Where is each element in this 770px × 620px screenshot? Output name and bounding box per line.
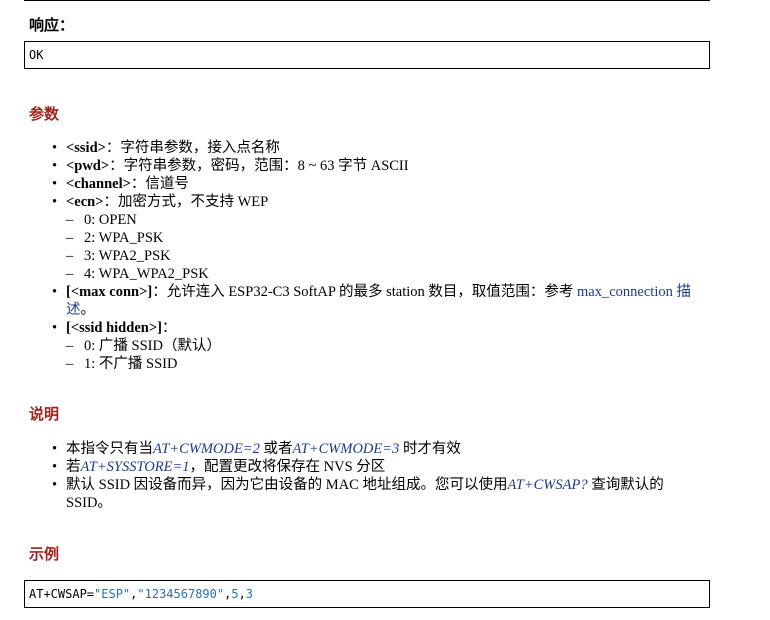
note-item: 若AT+SYSSTORE=1，配置更改将保存在 NVS 分区 [46, 458, 716, 476]
param-ssid: <ssid>：字符串参数，接入点名称 [46, 139, 716, 157]
params-heading: 参数 [29, 107, 60, 123]
top-rule [24, 0, 710, 1]
example-code: AT+CWSAP="ESP","1234567890",5,3 [29, 587, 254, 601]
param-maxconn: [<max conn>]：允许连入 ESP32-C3 SoftAP 的最多 st… [46, 283, 716, 319]
param-ssid-hidden: [<ssid hidden>]： 0: 广播 SSID（默认） 1: 不广播 S… [46, 319, 716, 373]
ecn-option: 0: OPEN [66, 211, 716, 229]
notes-list: 本指令只有当AT+CWMODE=2 或者AT+CWMODE=3 时才有效 若AT… [46, 440, 716, 512]
example-heading: 示例 [29, 547, 60, 563]
ecn-options: 0: OPEN 2: WPA_PSK 3: WPA2_PSK 4: WPA_WP… [66, 211, 716, 283]
response-code-box: OK [24, 41, 710, 69]
hidden-option: 0: 广播 SSID（默认） [66, 337, 716, 355]
cwmode2-link[interactable]: AT+CWMODE=2 [153, 441, 260, 457]
sysstore-link[interactable]: AT+SYSSTORE=1 [81, 459, 190, 475]
cwsap-query-link[interactable]: AT+CWSAP? [507, 477, 587, 493]
param-channel: <channel>：信道号 [46, 175, 716, 193]
ecn-option: 2: WPA_PSK [66, 229, 716, 247]
max-connection-link-cont[interactable]: 述 [66, 302, 81, 318]
notes-heading: 说明 [29, 407, 60, 423]
params-list: <ssid>：字符串参数，接入点名称 <pwd>：字符串参数，密码，范围：8 ~… [46, 139, 716, 373]
cwmode3-link[interactable]: AT+CWMODE=3 [292, 441, 399, 457]
response-label: 响应： [29, 18, 75, 34]
ecn-option: 4: WPA_WPA2_PSK [66, 265, 716, 283]
param-ecn: <ecn>：加密方式，不支持 WEP 0: OPEN 2: WPA_PSK 3:… [46, 193, 716, 283]
param-pwd: <pwd>：字符串参数，密码，范围：8 ~ 63 字节 ASCII [46, 157, 716, 175]
hidden-option: 1: 不广播 SSID [66, 355, 716, 373]
hidden-options: 0: 广播 SSID（默认） 1: 不广播 SSID [66, 337, 716, 373]
example-code-box: AT+CWSAP="ESP","1234567890",5,3 [24, 580, 710, 608]
max-connection-link[interactable]: max_connection 描 [577, 284, 691, 300]
note-item: 默认 SSID 因设备而异，因为它由设备的 MAC 地址组成。您可以使用AT+C… [46, 476, 716, 512]
response-code: OK [29, 48, 44, 62]
ecn-option: 3: WPA2_PSK [66, 247, 716, 265]
note-item: 本指令只有当AT+CWMODE=2 或者AT+CWMODE=3 时才有效 [46, 440, 716, 458]
